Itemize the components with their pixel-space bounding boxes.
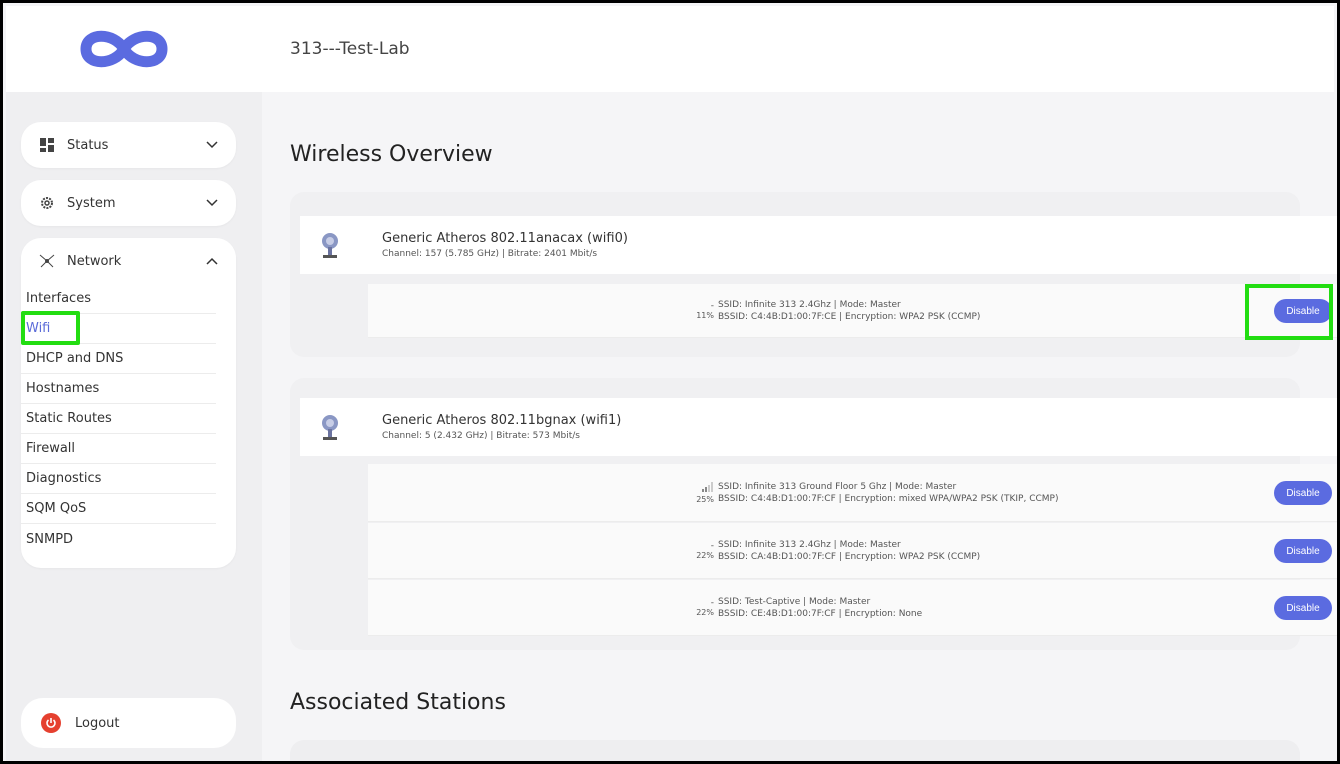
network-icon <box>39 253 55 269</box>
signal-percent: 22% <box>696 608 714 617</box>
network-row: - 22% SSID: Test-Captive | Mode: Master … <box>368 580 1337 636</box>
network-row: 25% SSID: Infinite 313 Ground Floor 5 Gh… <box>368 464 1337 522</box>
signal-percent: 25% <box>696 494 714 504</box>
disable-button[interactable]: Disable <box>1274 596 1332 620</box>
infinity-logo-icon <box>80 30 168 68</box>
menu-system[interactable]: System <box>21 180 236 226</box>
network-description: SSID: Infinite 313 2.4Ghz | Mode: Master… <box>718 299 1078 323</box>
chevron-down-icon <box>206 139 218 151</box>
gear-icon <box>39 195 55 211</box>
sidebar-item-firewall[interactable]: Firewall <box>21 434 216 464</box>
main-content: Wireless Overview Generic Atheros 802.11… <box>262 92 1337 761</box>
disable-highlight-box <box>1245 284 1333 340</box>
page-title: Wireless Overview <box>290 142 493 167</box>
wireless-antenna-icon <box>300 231 360 259</box>
network-ssid-line: SSID: Infinite 313 2.4Ghz | Mode: Master <box>718 539 901 550</box>
sidebar-item-interfaces[interactable]: Interfaces <box>21 284 216 314</box>
disable-button[interactable]: Disable <box>1274 481 1332 505</box>
logo[interactable] <box>6 6 262 92</box>
network-ssid-line: SSID: Infinite 313 2.4Ghz | Mode: Master <box>718 299 901 310</box>
network-description: SSID: Test-Captive | Mode: Master BSSID:… <box>718 596 1078 620</box>
menu-network-label: Network <box>67 253 122 269</box>
menu-status[interactable]: Status <box>21 122 236 168</box>
disable-button[interactable]: Disable <box>1274 539 1332 563</box>
signal-indicator: - 22% <box>368 598 718 617</box>
sidebar-item-snmpd[interactable]: SNMPD <box>21 524 216 554</box>
sidebar-item-diagnostics[interactable]: Diagnostics <box>21 464 216 494</box>
app-frame: Status System Network Interfaces Wifi DH… <box>0 0 1340 764</box>
signal-percent: 11% <box>696 311 714 320</box>
signal-bars-icon <box>702 481 714 495</box>
logout-button[interactable]: Logout <box>21 698 236 748</box>
signal-none-icon: - <box>710 301 714 311</box>
radio-info: Channel: 5 (2.432 GHz) | Bitrate: 573 Mb… <box>382 431 580 441</box>
network-ssid-line: SSID: Infinite 313 Ground Floor 5 Ghz | … <box>718 481 957 492</box>
network-bssid-line: BSSID: CE:4B:D1:00:7F:CF | Encryption: N… <box>718 608 923 619</box>
wireless-antenna-icon <box>300 413 360 441</box>
network-bssid-line: BSSID: C4:4B:D1:00:7F:CE | Encryption: W… <box>718 311 981 322</box>
power-icon <box>41 713 61 733</box>
stations-card <box>290 740 1300 761</box>
signal-indicator: - 11% <box>368 301 718 320</box>
signal-indicator: - 22% <box>368 541 718 560</box>
signal-none-icon: - <box>710 598 714 608</box>
signal-none-icon: - <box>710 541 714 551</box>
radio-name: Generic Atheros 802.11bgnax (wifi1) <box>382 413 622 428</box>
wifi-highlight-box <box>21 311 80 345</box>
sidebar-item-static-routes[interactable]: Static Routes <box>21 404 216 434</box>
chevron-down-icon <box>206 197 218 209</box>
top-bar: 313---Test-Lab <box>262 6 1334 92</box>
menu-status-label: Status <box>67 137 109 153</box>
network-description: SSID: Infinite 313 Ground Floor 5 Ghz | … <box>718 481 1078 505</box>
radio-row-wifi0: Generic Atheros 802.11anacax (wifi0) Cha… <box>300 216 1337 274</box>
signal-indicator: 25% <box>368 481 718 504</box>
network-bssid-line: BSSID: CA:4B:D1:00:7F:CF | Encryption: W… <box>718 551 981 562</box>
dashboard-icon <box>39 137 55 153</box>
network-ssid-line: SSID: Test-Captive | Mode: Master <box>718 596 871 607</box>
network-row: - 11% SSID: Infinite 313 2.4Ghz | Mode: … <box>368 284 1337 338</box>
radio-info: Channel: 157 (5.785 GHz) | Bitrate: 2401… <box>382 249 598 259</box>
sidebar-item-hostnames[interactable]: Hostnames <box>21 374 216 404</box>
chevron-up-icon <box>206 255 218 267</box>
sidebar-item-sqm-qos[interactable]: SQM QoS <box>21 494 216 524</box>
logout-label: Logout <box>75 715 120 731</box>
radio-card-wifi1: Generic Atheros 802.11bgnax (wifi1) Chan… <box>290 378 1337 650</box>
radio-name: Generic Atheros 802.11anacax (wifi0) <box>382 231 628 246</box>
sidebar: Status System Network Interfaces Wifi DH… <box>6 6 262 761</box>
radio-card-wifi0: Generic Atheros 802.11anacax (wifi0) Cha… <box>290 192 1337 357</box>
signal-percent: 22% <box>696 551 714 560</box>
radio-row-wifi1: Generic Atheros 802.11bgnax (wifi1) Chan… <box>300 398 1337 456</box>
sidebar-item-dhcp-dns[interactable]: DHCP and DNS <box>21 344 216 374</box>
network-row: - 22% SSID: Infinite 313 2.4Ghz | Mode: … <box>368 523 1337 579</box>
network-bssid-line: BSSID: C4:4B:D1:00:7F:CF | Encryption: m… <box>718 493 1059 504</box>
menu-system-label: System <box>67 195 116 211</box>
page-header-title: 313---Test-Lab <box>290 39 410 59</box>
network-description: SSID: Infinite 313 2.4Ghz | Mode: Master… <box>718 539 1078 563</box>
menu-network-header[interactable]: Network <box>21 238 236 284</box>
associated-stations-title: Associated Stations <box>290 690 506 715</box>
menu-network: Network Interfaces Wifi DHCP and DNS Hos… <box>21 238 236 568</box>
